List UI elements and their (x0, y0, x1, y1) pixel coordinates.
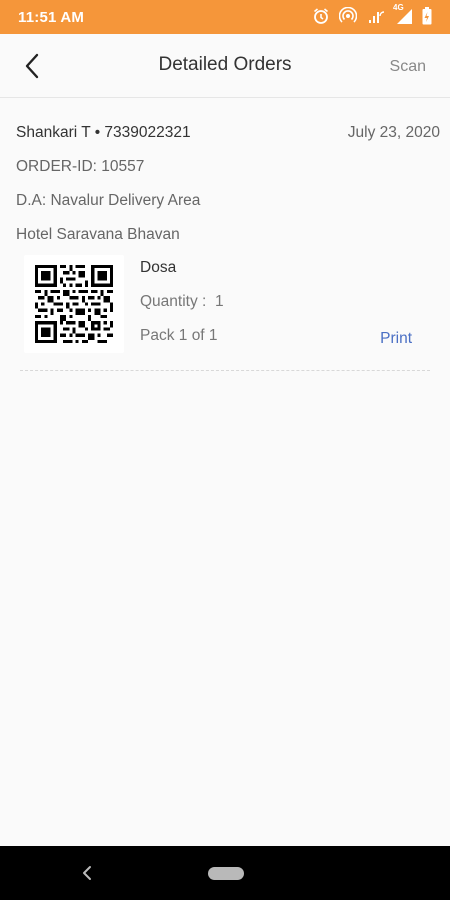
item-pack: Pack 1 of 1 (140, 327, 218, 344)
delivery-area: D.A: Navalur Delivery Area (16, 192, 201, 209)
print-button[interactable]: Print (380, 330, 412, 348)
alarm-icon (312, 7, 330, 25)
status-bar: 11:51 AM 4G (0, 0, 450, 34)
customer-info: Shankari T • 7339022321 (16, 124, 191, 141)
nav-back-button[interactable] (80, 863, 94, 883)
network-label: 4G (393, 3, 404, 12)
status-icons: 4G (312, 3, 432, 25)
system-nav-bar (0, 846, 450, 900)
nav-back-icon (83, 866, 91, 880)
qr-code-icon (35, 265, 113, 343)
order-date: July 23, 2020 (347, 124, 440, 141)
signal-icon: 4G (393, 3, 413, 25)
app-bar: Detailed Orders Scan (0, 34, 450, 98)
item-name: Dosa (140, 259, 177, 276)
hotspot-icon (339, 7, 357, 25)
page-title: Detailed Orders (158, 54, 292, 75)
battery-icon (422, 7, 432, 25)
wifi-calling-icon (366, 7, 386, 25)
scan-button[interactable]: Scan (390, 58, 426, 76)
status-time: 11:51 AM (18, 9, 85, 26)
nav-home-icon[interactable] (208, 867, 244, 880)
order-id: ORDER-ID: 10557 (16, 158, 145, 175)
hotel-name: Hotel Saravana Bhavan (16, 226, 180, 243)
item-quantity: Quantity : 1 (140, 293, 224, 310)
qr-code (24, 255, 124, 353)
dashed-divider (20, 370, 430, 371)
